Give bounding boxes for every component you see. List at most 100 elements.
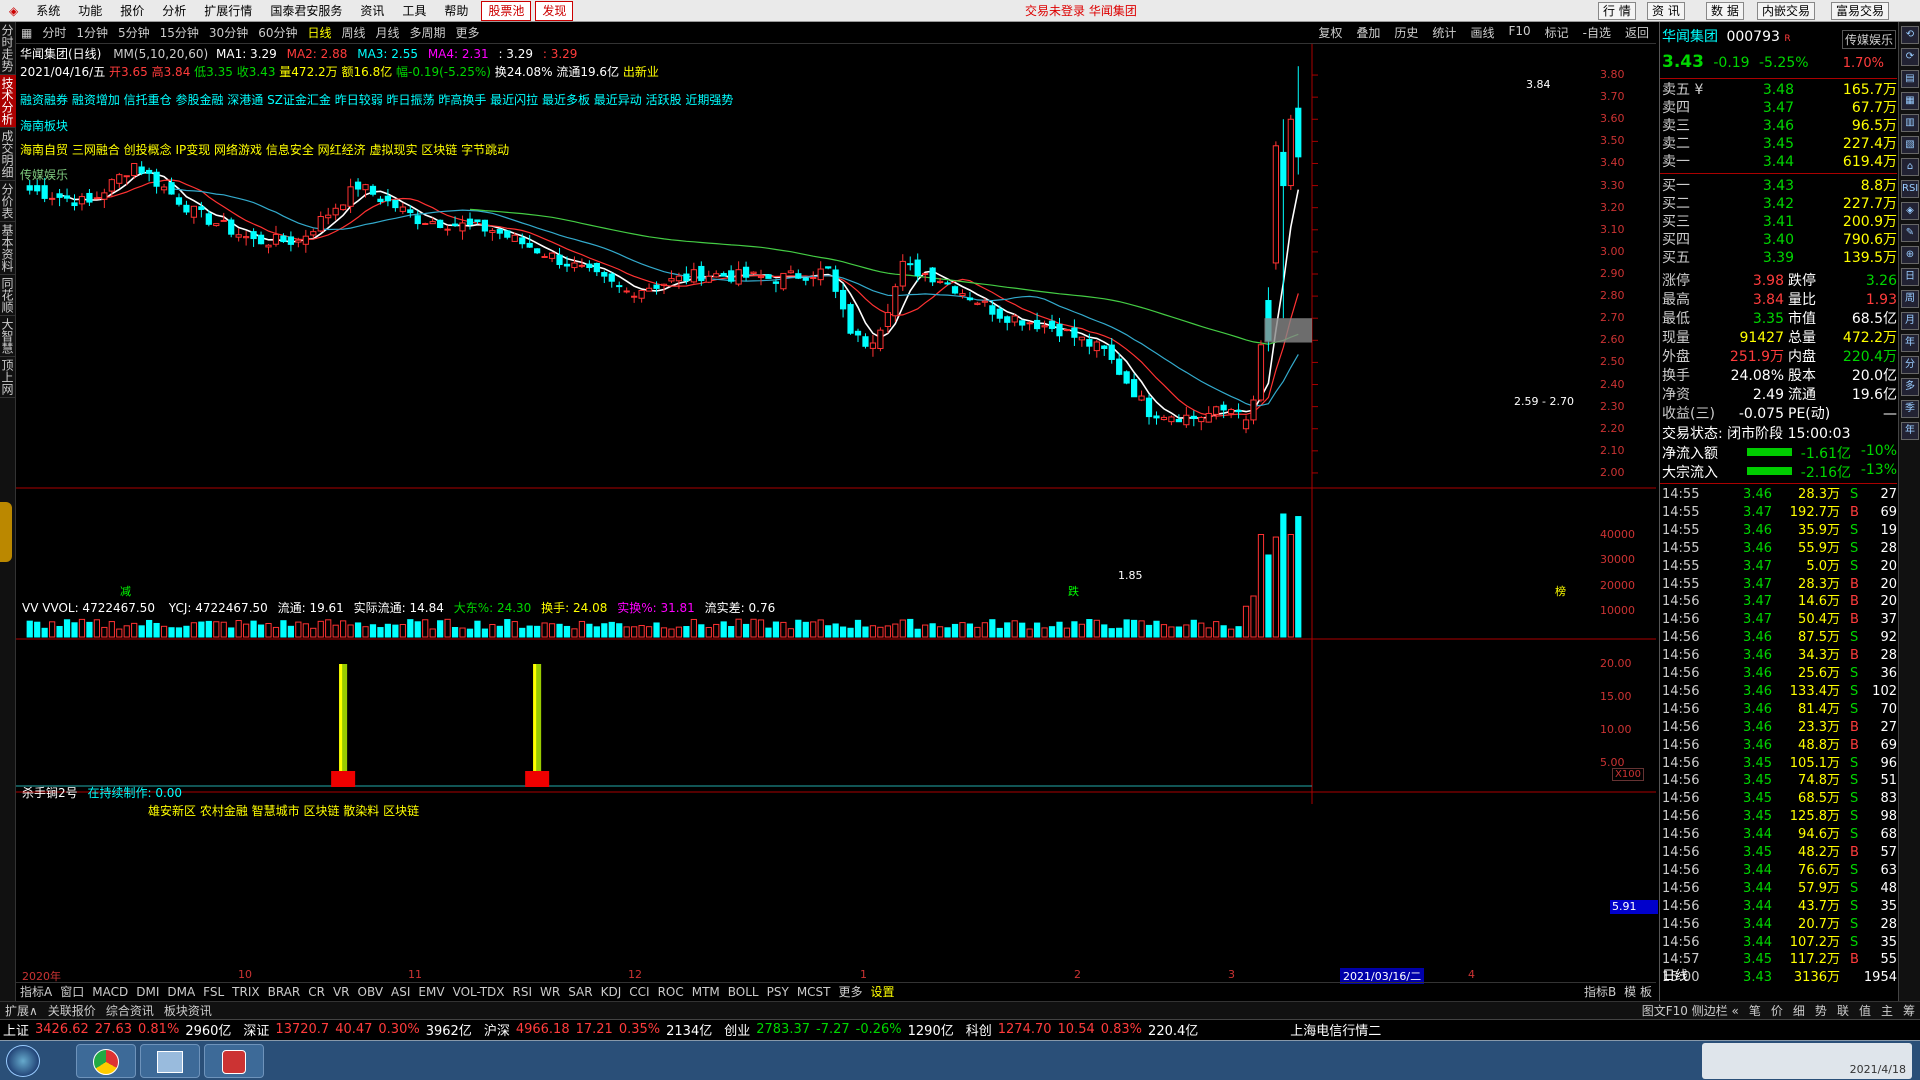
tab-price-table[interactable]: 分价表 [0, 181, 16, 222]
indicator-tab-asi[interactable]: ASI [387, 985, 414, 999]
indicator-tab-kdj[interactable]: KDJ [597, 985, 626, 999]
tab-jia[interactable]: 价 [1766, 1002, 1788, 1019]
start-button[interactable] [6, 1045, 40, 1077]
sidebar-tool-icon[interactable]: ◈ [1901, 202, 1919, 220]
indicator-tab-mcst[interactable]: MCST [793, 985, 835, 999]
history-button[interactable]: 历史 [1387, 24, 1425, 41]
period-weekly[interactable]: 周线 [337, 24, 371, 41]
general-news-tab[interactable]: 综合资讯 [101, 1002, 159, 1019]
tab-intraday[interactable]: 分时走势 [0, 22, 16, 75]
indicator-tab-dma[interactable]: DMA [163, 985, 199, 999]
tab-dzh[interactable]: 大智慧 [0, 316, 16, 357]
tab-zhu[interactable]: 主 [1876, 1002, 1898, 1019]
tab-top[interactable]: 顶上网 [0, 357, 16, 398]
tab-zhi[interactable]: 值 [1854, 1002, 1876, 1019]
tab-chou[interactable]: 筹 [1898, 1002, 1920, 1019]
f10-button[interactable]: F10 [1501, 24, 1537, 41]
taskbar-chrome[interactable] [76, 1044, 136, 1078]
overlay-button[interactable]: 叠加 [1349, 24, 1387, 41]
index-name[interactable]: 创业 [721, 1020, 753, 1039]
period-monthly[interactable]: 月线 [371, 24, 405, 41]
indicator-tab-right[interactable]: 指标B [1580, 983, 1620, 1000]
menu-item-tools[interactable]: 工具 [393, 0, 435, 22]
taskbar-trading-app[interactable] [204, 1044, 264, 1078]
sidebar-tool-icon[interactable]: ✎ [1901, 224, 1919, 242]
sidebar-tool-icon[interactable]: RSI [1901, 180, 1919, 198]
menu-item-extended[interactable]: 扩展行情 [195, 0, 261, 22]
kline-chart[interactable] [16, 44, 1656, 984]
index-name[interactable]: 深证 [240, 1020, 272, 1039]
indicator-name[interactable]: 杀手锏2号 [22, 786, 78, 800]
tab-ths[interactable]: 同花顺 [0, 275, 16, 316]
indicator-tab-cr[interactable]: CR [304, 985, 329, 999]
quote-tab-button[interactable]: 行 情 [1598, 2, 1636, 20]
grid-icon[interactable]: ▦ [16, 26, 37, 40]
sidebar-tool-icon[interactable]: ▤ [1901, 70, 1919, 88]
sidebar-tool-icon[interactable]: ▥ [1901, 114, 1919, 132]
sidebar-tool-icon[interactable]: 季 [1901, 400, 1919, 418]
indicator-tab-psy[interactable]: PSY [763, 985, 793, 999]
concept-tags-2[interactable]: 海南自贸 三网融合 创投概念 IP变现 网络游戏 信息安全 网红经济 虚拟现实 … [20, 141, 509, 158]
taskbar-explorer[interactable] [140, 1044, 200, 1078]
sidebar-tool-icon[interactable]: ⊕ [1901, 246, 1919, 264]
sidebar-tool-icon[interactable]: 分 [1901, 356, 1919, 374]
indicator-tab-窗口[interactable]: 窗口 [56, 983, 88, 1000]
region-tag[interactable]: 海南板块 [20, 117, 68, 134]
indicator-tab-boll[interactable]: BOLL [724, 985, 763, 999]
sidebar-tool-icon[interactable]: ▧ [1901, 136, 1919, 154]
indicator-tab-指标a[interactable]: 指标A [16, 983, 56, 1000]
period-1min[interactable]: 1分钟 [71, 24, 113, 41]
period-15min[interactable]: 15分钟 [155, 24, 204, 41]
indicator-tab-obv[interactable]: OBV [354, 985, 388, 999]
sidebar-tool-icon[interactable]: 周 [1901, 290, 1919, 308]
indicator-tab-brar[interactable]: BRAR [264, 985, 305, 999]
indicator-tab-fsl[interactable]: FSL [199, 985, 228, 999]
f10-sidebar-toggle[interactable]: 图文F10 侧边栏 « [1637, 1002, 1744, 1019]
menu-item-system[interactable]: 系统 [27, 0, 69, 22]
expand-tab[interactable]: 扩展∧ [0, 1002, 43, 1019]
tab-lian[interactable]: 联 [1832, 1002, 1854, 1019]
data-tab-button[interactable]: 数 据 [1706, 2, 1744, 20]
menu-item-help[interactable]: 帮助 [435, 0, 477, 22]
indicator-tab-cci[interactable]: CCI [625, 985, 653, 999]
tab-xi[interactable]: 细 [1788, 1002, 1810, 1019]
period-5min[interactable]: 5分钟 [113, 24, 155, 41]
collapse-handle[interactable] [0, 502, 12, 562]
concept-tags-1[interactable]: 融资融券 融资增加 信托重仓 参股金融 深港通 SZ证金汇金 昨日较弱 昨日振荡… [20, 91, 733, 108]
index-name[interactable]: 上证 [0, 1020, 32, 1039]
index-name[interactable]: 科创 [963, 1020, 995, 1039]
tab-trade-detail[interactable]: 成交明细 [0, 128, 16, 181]
remove-watchlist-button[interactable]: -自选 [1576, 24, 1618, 41]
indicator-tab-mtm[interactable]: MTM [688, 985, 724, 999]
sector-name[interactable]: 传媒娱乐 [1841, 30, 1896, 49]
period-daily[interactable]: 日线 [302, 24, 336, 41]
fuquan-button[interactable]: 复权 [1311, 24, 1349, 41]
vol-vv[interactable]: VV VVOL: 4722467.50 [22, 601, 155, 615]
indicator-tab-sar[interactable]: SAR [564, 985, 596, 999]
tab-basic-info[interactable]: 基本资料 [0, 222, 16, 275]
menu-item-analysis[interactable]: 分析 [153, 0, 195, 22]
sidebar-tool-icon[interactable]: 日 [1901, 268, 1919, 286]
indicator-tab-dmi[interactable]: DMI [132, 985, 163, 999]
app-logo-icon[interactable]: ◈ [0, 0, 27, 22]
mark-button[interactable]: 标记 [1538, 24, 1576, 41]
period-30min[interactable]: 30分钟 [204, 24, 253, 41]
indicator-tab-right[interactable]: 模 板 [1620, 983, 1656, 1000]
period-multi[interactable]: 多周期 [405, 24, 451, 41]
indicator-tab-emv[interactable]: EMV [414, 985, 448, 999]
stock-pool-button[interactable]: 股票池 [481, 0, 532, 21]
sidebar-tool-icon[interactable]: 年 [1901, 334, 1919, 352]
indicator-tab-rsi[interactable]: RSI [509, 985, 537, 999]
tab-shi[interactable]: 势 [1810, 1002, 1832, 1019]
fuyi-trade-button[interactable]: 富易交易 [1831, 2, 1890, 20]
sidebar-tool-icon[interactable]: ⟲ [1901, 26, 1919, 44]
menu-item-news[interactable]: 资讯 [351, 0, 393, 22]
indicator-tab-roc[interactable]: ROC [654, 985, 688, 999]
back-button[interactable]: 返回 [1618, 24, 1656, 41]
menu-item-function[interactable]: 功能 [69, 0, 111, 22]
stats-button[interactable]: 统计 [1425, 24, 1463, 41]
indicator-tab-vr[interactable]: VR [329, 985, 354, 999]
index-name[interactable]: 沪深 [481, 1020, 513, 1039]
draw-button[interactable]: 画线 [1463, 24, 1501, 41]
sidebar-tool-icon[interactable]: 月 [1901, 312, 1919, 330]
